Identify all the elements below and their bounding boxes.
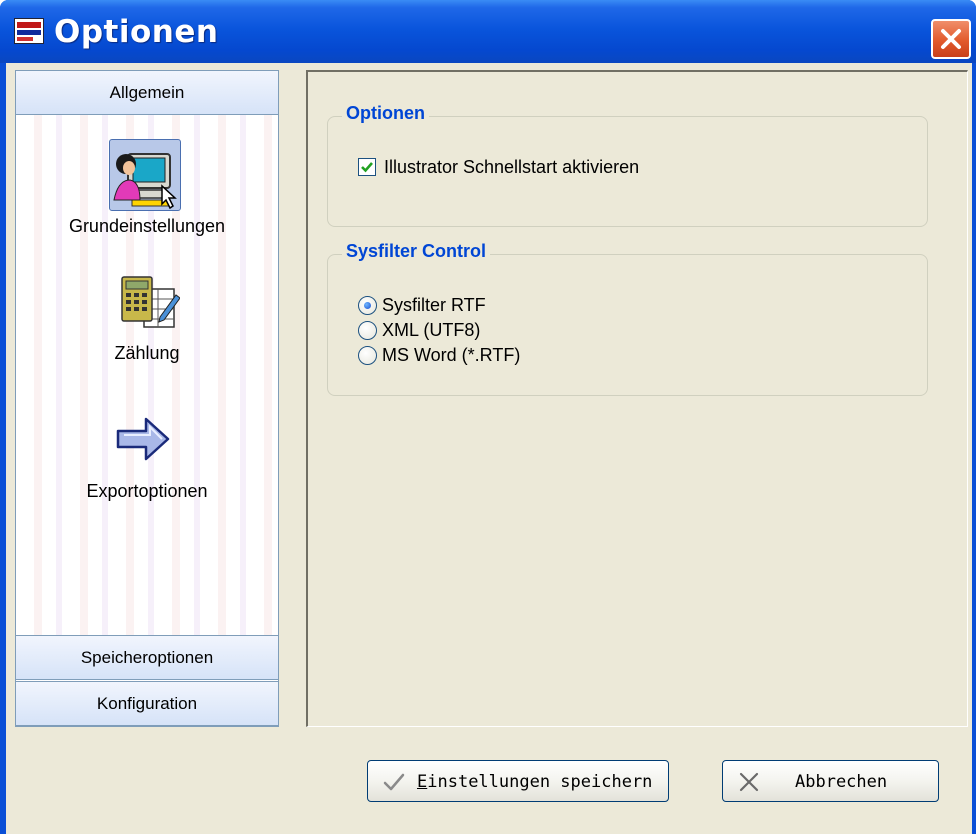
nav-item-label: Zählung xyxy=(114,343,180,363)
options-dialog: Optionen Allgemein Grundeinstellungen Zä… xyxy=(0,0,976,834)
save-settings-button[interactable]: Einstellungen speichern xyxy=(367,760,669,802)
title-bar[interactable]: Optionen xyxy=(0,0,976,63)
nav-item-exportoptionen[interactable]: Exportoptionen xyxy=(16,395,278,515)
cancel-button[interactable]: Abbrechen xyxy=(722,760,939,802)
nav-item-label: Grundeinstellungen xyxy=(68,216,226,236)
options-navigation-bar: Allgemein Grundeinstellungen Zählung Exp… xyxy=(15,70,279,727)
radio-ms-word-rtf-label[interactable]: MS Word (*.RTF) xyxy=(382,345,520,366)
checkmark-icon xyxy=(383,773,405,791)
nav-section-general[interactable]: Allgemein xyxy=(16,71,278,115)
nav-item-zaehlung[interactable]: Zählung xyxy=(16,255,278,375)
options-group: Optionen Illustrator Schnellstart aktivi… xyxy=(327,103,928,227)
save-settings-label: Einstellungen speichern xyxy=(417,772,653,792)
cancel-x-icon xyxy=(739,772,759,792)
radio-xml-utf8[interactable] xyxy=(358,321,377,340)
checkmark-icon xyxy=(361,162,373,173)
cancel-label: Abbrechen xyxy=(795,772,888,792)
radio-sysfilter-rtf[interactable] xyxy=(358,296,377,315)
quickstart-checkbox[interactable] xyxy=(358,158,376,176)
dialog-client-area: Allgemein Grundeinstellungen Zählung Exp… xyxy=(6,63,972,834)
close-button[interactable] xyxy=(931,19,971,59)
nav-section-storage[interactable]: Speicheroptionen xyxy=(16,635,278,680)
quickstart-checkbox-label[interactable]: Illustrator Schnellstart aktivieren xyxy=(384,157,639,178)
close-icon xyxy=(941,29,961,49)
radio-sysfilter-rtf-label[interactable]: Sysfilter RTF xyxy=(382,295,486,316)
options-content-panel: Optionen Illustrator Schnellstart aktivi… xyxy=(306,70,968,727)
user-computer-icon xyxy=(109,139,181,211)
nav-item-label: Exportoptionen xyxy=(86,481,208,501)
sysfilter-group: Sysfilter Control Sysfilter RTF XML (UTF… xyxy=(327,241,928,396)
nav-section-general-body: Grundeinstellungen Zählung Exportoptione… xyxy=(16,115,278,635)
options-group-legend: Optionen xyxy=(342,103,429,124)
sysfilter-group-legend: Sysfilter Control xyxy=(342,241,491,262)
radio-xml-utf8-label[interactable]: XML (UTF8) xyxy=(382,320,480,341)
app-icon xyxy=(14,18,44,44)
export-arrow-icon xyxy=(109,405,181,477)
nav-section-configuration[interactable]: Konfiguration xyxy=(16,681,278,726)
calculator-icon xyxy=(109,267,181,339)
nav-item-grundeinstellungen[interactable]: Grundeinstellungen xyxy=(16,115,278,245)
radio-ms-word-rtf[interactable] xyxy=(358,346,377,365)
window-title: Optionen xyxy=(54,14,219,50)
